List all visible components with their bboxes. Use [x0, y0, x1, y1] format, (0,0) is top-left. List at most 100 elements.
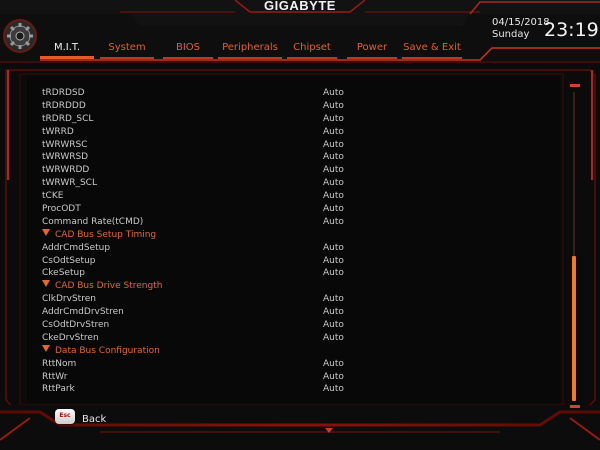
setting-value[interactable]: Auto — [323, 100, 344, 113]
section-header[interactable]: CAD Bus Setup Timing — [42, 228, 562, 242]
setting-value[interactable]: Auto — [323, 358, 344, 371]
setting-row[interactable]: tWRWRDD Auto — [42, 164, 562, 177]
section-title: CAD Bus Setup Timing — [42, 228, 157, 242]
section-title: CAD Bus Drive Strength — [42, 280, 162, 293]
setting-label: tWRRD — [42, 126, 74, 139]
label-text: CAD Bus Drive Strength — [55, 281, 163, 292]
setting-row[interactable]: ClkDrvStren Auto — [42, 293, 562, 306]
setting-row[interactable]: CkeSetup Auto — [42, 267, 562, 280]
tab-save-exit[interactable]: Save & Exit — [402, 41, 462, 59]
setting-row[interactable]: CsOdtSetup Auto — [42, 255, 562, 268]
tab-system[interactable]: System — [100, 41, 154, 59]
setting-label: CsOdtSetup — [42, 255, 96, 268]
setting-row[interactable]: tRDRDDD Auto — [42, 100, 562, 113]
setting-label: RttWr — [42, 371, 68, 384]
setting-value[interactable]: Auto — [323, 87, 344, 100]
setting-value[interactable]: Auto — [323, 203, 344, 216]
setting-label: AddrCmdDrvStren — [42, 306, 124, 319]
section-title: Data Bus Configuration — [42, 344, 160, 358]
tab-label: Save & Exit — [403, 42, 461, 53]
time-text: 23:19 — [544, 19, 599, 41]
label-text: CsOdtDrvStren — [42, 320, 110, 331]
label-text: tWRWRDD — [42, 165, 90, 176]
scrollbar[interactable] — [568, 84, 582, 410]
setting-row[interactable]: tWRWRSC Auto — [42, 139, 562, 152]
tab-power[interactable]: Power — [347, 41, 397, 59]
setting-row[interactable]: tWRWRSD Auto — [42, 151, 562, 164]
setting-row[interactable]: CsOdtDrvStren Auto — [42, 319, 562, 332]
setting-value[interactable]: Auto — [323, 371, 344, 384]
setting-value[interactable]: Auto — [323, 216, 344, 229]
setting-value[interactable]: Auto — [323, 319, 344, 332]
section-header[interactable]: CAD Bus Drive Strength — [42, 280, 562, 293]
setting-value[interactable]: Auto — [323, 126, 344, 139]
label-text: tRDRD_SCL — [42, 113, 94, 124]
tab-underline — [402, 57, 462, 59]
setting-value[interactable]: Auto — [323, 139, 344, 152]
setting-row[interactable]: tWRRD Auto — [42, 126, 562, 139]
setting-label: ClkDrvStren — [42, 293, 96, 306]
label-text: tCKE — [42, 191, 64, 202]
gear-icon — [3, 19, 37, 53]
setting-row[interactable]: RttNom Auto — [42, 358, 562, 371]
tab-underline — [163, 57, 213, 59]
setting-label: tWRWRSC — [42, 139, 87, 152]
setting-label: tCKE — [42, 190, 63, 203]
setting-row[interactable]: RttPark Auto — [42, 383, 562, 396]
label-text: CkeSetup — [42, 268, 85, 279]
setting-row[interactable]: tRDRDSD Auto — [42, 87, 562, 100]
tab-label: M.I.T. — [53, 42, 81, 53]
back-label: Back — [82, 414, 107, 425]
setting-label: ProcODT — [42, 203, 81, 216]
setting-value[interactable]: Auto — [323, 190, 344, 203]
setting-row[interactable]: RttWr Auto — [42, 371, 562, 384]
setting-label: Command Rate(tCMD) — [42, 216, 143, 229]
label-text: CkeDrvStren — [42, 332, 99, 343]
setting-value[interactable]: Auto — [323, 177, 344, 190]
label-text: tWRWR_SCL — [42, 178, 97, 189]
tab-underline — [287, 57, 337, 59]
setting-row[interactable]: tRDRD_SCL Auto — [42, 113, 562, 126]
setting-value[interactable]: Auto — [323, 293, 344, 306]
setting-value[interactable]: Auto — [323, 113, 344, 126]
setting-value[interactable]: Auto — [323, 164, 344, 177]
setting-value[interactable]: Auto — [323, 242, 344, 255]
label-text: RttPark — [42, 384, 75, 395]
setting-row[interactable]: AddrCmdSetup Auto — [42, 242, 562, 255]
setting-value[interactable]: Auto — [323, 267, 344, 280]
setting-value[interactable]: Auto — [323, 332, 344, 345]
setting-value[interactable]: Auto — [323, 151, 344, 164]
tab-underline — [40, 56, 94, 59]
setting-row[interactable]: Command Rate(tCMD) Auto — [42, 216, 562, 229]
settings-list: tRDRDSD Auto tRDRDDD Auto tRDRD_SCL Auto tWRRD… — [42, 87, 562, 396]
scroll-thumb[interactable] — [572, 256, 576, 401]
brand-logo: GIGABYTE — [264, 0, 336, 13]
tab-label: System — [108, 42, 146, 53]
setting-row[interactable]: CkeDrvStren Auto — [42, 332, 562, 345]
setting-row[interactable]: tWRWR_SCL Auto — [42, 177, 562, 190]
setting-row[interactable]: AddrCmdDrvStren Auto — [42, 306, 562, 319]
setting-label: tRDRDDD — [42, 100, 86, 113]
tab-mit[interactable]: M.I.T. — [40, 41, 94, 59]
back-button[interactable]: Esc Back — [55, 409, 135, 429]
setting-value[interactable]: Auto — [323, 255, 344, 268]
date-text: 04/15/2018 — [492, 17, 550, 28]
tab-chipset[interactable]: Chipset — [287, 41, 337, 59]
setting-label: tWRWRDD — [42, 164, 89, 177]
tab-bios[interactable]: BIOS — [163, 41, 213, 59]
label-text: tWRWRSC — [42, 139, 88, 150]
tab-label: Peripherals — [222, 42, 278, 53]
label-text: CAD Bus Setup Timing — [55, 229, 157, 240]
section-header[interactable]: Data Bus Configuration — [42, 344, 562, 358]
setting-row[interactable]: tCKE Auto — [42, 190, 562, 203]
tab-underline — [347, 57, 397, 59]
setting-value[interactable]: Auto — [323, 306, 344, 319]
collapse-triangle-icon — [42, 228, 50, 236]
label-text: Data Bus Configuration — [55, 345, 160, 356]
collapse-triangle-icon — [42, 280, 50, 288]
setting-row[interactable]: ProcODT Auto — [42, 203, 562, 216]
day-text: Sunday — [492, 29, 530, 40]
setting-value[interactable]: Auto — [323, 383, 344, 396]
tab-peripherals[interactable]: Peripherals — [218, 41, 282, 59]
setting-label: CsOdtDrvStren — [42, 319, 109, 332]
